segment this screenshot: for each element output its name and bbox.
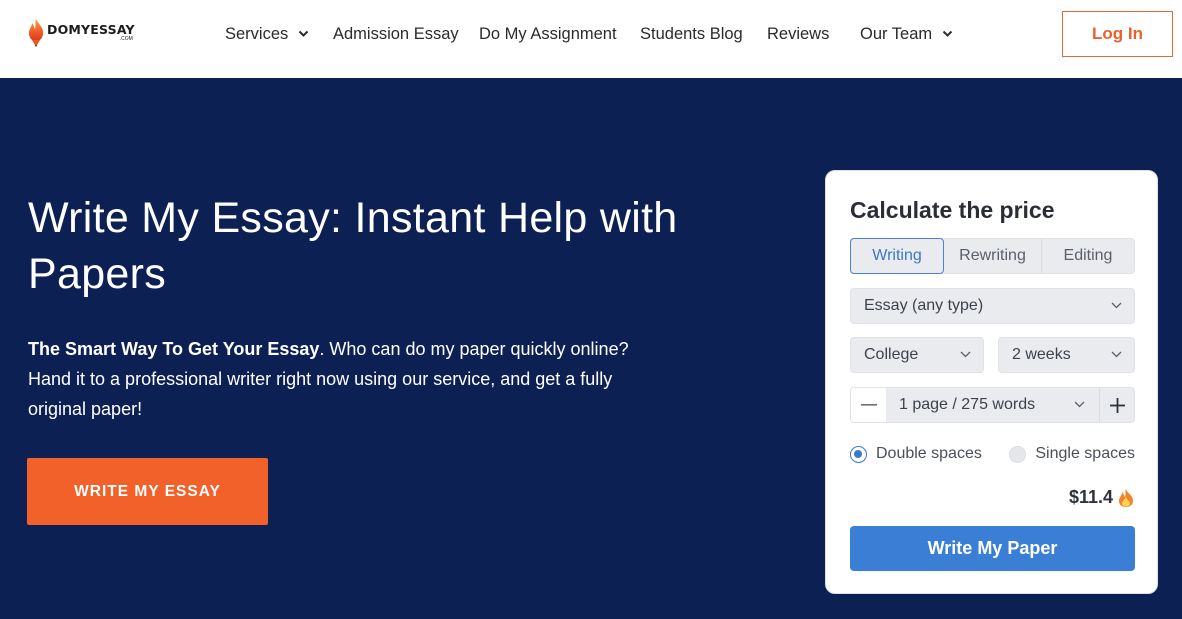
chevron-down-icon [1111, 302, 1122, 309]
price-calculator: Calculate the price Writing Rewriting Ed… [825, 170, 1158, 594]
write-my-essay-button[interactable]: WRITE MY ESSAY [27, 458, 268, 525]
minus-icon [860, 404, 877, 406]
service-tabs: Writing Rewriting Editing [850, 238, 1135, 274]
chevron-down-icon [1074, 401, 1085, 408]
calculator-title: Calculate the price [850, 197, 1055, 223]
radio-label: Double spaces [876, 445, 982, 462]
deadline-value: 2 weeks [1012, 346, 1071, 363]
deadline-select[interactable]: 2 weeks [998, 337, 1135, 373]
site-logo[interactable]: DOMYESSAY .COM [27, 18, 135, 48]
paper-type-select[interactable]: Essay (any type) [850, 288, 1135, 324]
academic-level-select[interactable]: College [850, 337, 984, 373]
nav-item-label: Services [225, 24, 289, 43]
nav-item-label: Students Blog [640, 24, 743, 43]
paper-type-value: Essay (any type) [864, 297, 984, 314]
price-display: $11.4 [1069, 487, 1134, 508]
radio-unselected-icon [1009, 445, 1027, 463]
nav-item-label: Admission Essay [333, 24, 459, 43]
pages-select[interactable]: 1 page / 275 words [886, 388, 1099, 422]
nav-item-students-blog[interactable]: Students Blog [640, 25, 743, 44]
tab-rewriting[interactable]: Rewriting [944, 239, 1041, 273]
nav-item-do-my-assignment[interactable]: Do My Assignment [479, 25, 617, 44]
nav-item-services[interactable]: Services [225, 25, 309, 44]
nav-item-label: Do My Assignment [479, 24, 617, 43]
chevron-down-icon [942, 30, 953, 37]
hero-description-bold: The Smart Way To Get Your Essay [28, 339, 320, 359]
plus-icon [1109, 397, 1125, 413]
radio-label: Single spaces [1035, 445, 1135, 462]
hero-title: Write My Essay: Instant Help with Papers [28, 194, 678, 298]
academic-level-value: College [864, 346, 919, 363]
decrease-pages-button[interactable] [851, 388, 886, 422]
price-value: $11.4 [1068, 487, 1113, 507]
chevron-down-icon [299, 30, 309, 37]
pages-stepper: 1 page / 275 words [850, 387, 1135, 423]
radio-single-spaces[interactable]: Single spaces [1009, 445, 1135, 463]
nav-item-label: Reviews [767, 24, 830, 43]
flame-pencil-icon [28, 19, 44, 47]
tab-writing[interactable]: Writing [850, 238, 944, 274]
login-button[interactable]: Log In [1062, 11, 1173, 57]
increase-pages-button[interactable] [1099, 388, 1134, 422]
tab-editing[interactable]: Editing [1042, 239, 1134, 273]
write-my-paper-button[interactable]: Write My Paper [850, 526, 1135, 571]
logo-text: DOMYESSAY [47, 21, 135, 37]
nav-item-our-team[interactable]: Our Team [860, 25, 953, 44]
hero-description: The Smart Way To Get Your Essay. Who can… [28, 334, 648, 424]
nav-item-reviews[interactable]: Reviews [767, 25, 829, 44]
radio-selected-icon [850, 445, 867, 463]
nav-item-label: Our Team [860, 24, 933, 43]
site-header: DOMYESSAY .COM Services Admission Essay … [0, 0, 1182, 78]
nav-item-admission-essay[interactable]: Admission Essay [333, 25, 459, 44]
pages-value: 1 page / 275 words [899, 396, 1036, 413]
spacing-options: Double spaces Single spaces [850, 443, 1135, 465]
fire-icon [1119, 488, 1133, 507]
logo-suffix: .COM [119, 36, 133, 43]
radio-double-spaces[interactable]: Double spaces [850, 445, 982, 463]
chevron-down-icon [960, 351, 971, 358]
chevron-down-icon [1111, 351, 1122, 358]
